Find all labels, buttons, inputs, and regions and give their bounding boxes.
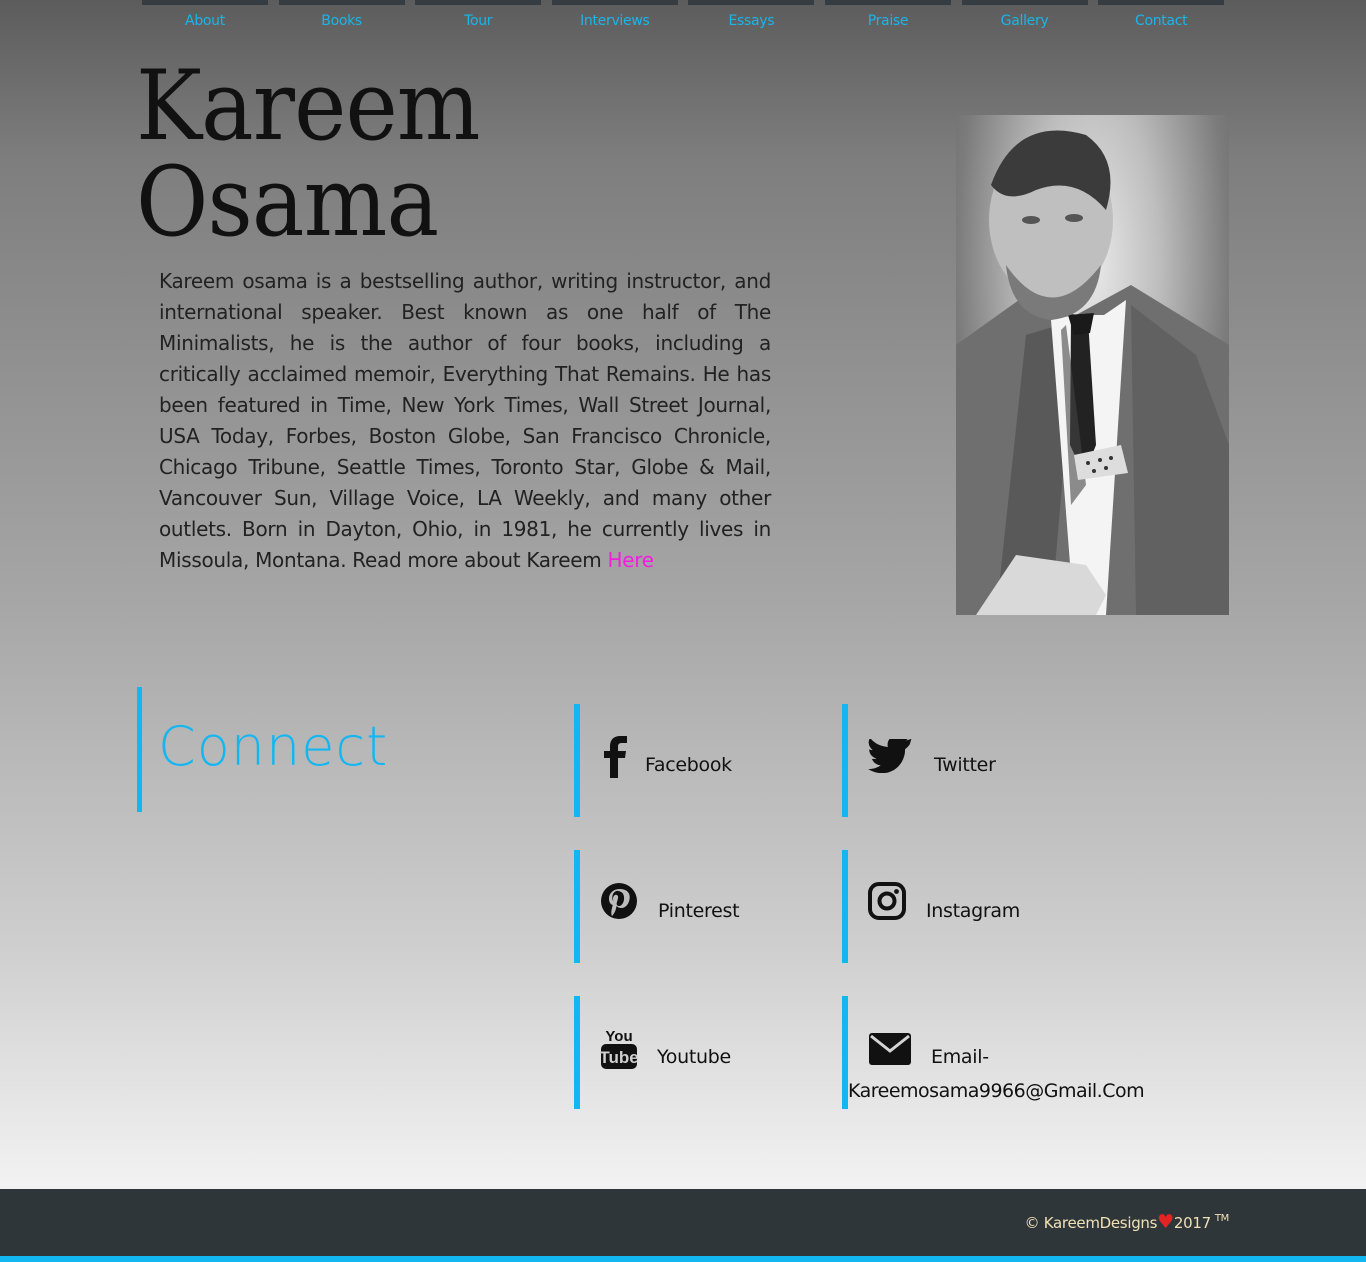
- facebook-icon: [604, 736, 627, 778]
- nav-indicator: [415, 0, 542, 5]
- nav-praise[interactable]: Praise: [824, 0, 951, 40]
- read-more-link[interactable]: Here: [608, 548, 655, 572]
- twitter-label: Twitter: [934, 754, 996, 776]
- twitter-icon: [868, 739, 912, 773]
- nav-gallery[interactable]: Gallery: [961, 0, 1088, 40]
- email-address[interactable]: Kareemosama9966@Gmail.Com: [848, 1080, 1145, 1102]
- svg-text:You: You: [605, 1028, 632, 1045]
- envelope-icon: [869, 1033, 911, 1065]
- main-nav: About Books Tour Interviews Essays Prais…: [142, 0, 1225, 40]
- nav-about[interactable]: About: [142, 0, 268, 40]
- author-bio-text: Kareem osama is a bestselling author, wr…: [159, 269, 771, 572]
- nav-indicator: [278, 0, 405, 5]
- nav-indicator: [688, 0, 815, 5]
- author-bio: Kareem osama is a bestselling author, wr…: [159, 266, 771, 576]
- email-label: Email-: [931, 1046, 989, 1068]
- connect-section: Connect: [137, 687, 522, 812]
- twitter-link[interactable]: Twitter: [842, 704, 1078, 817]
- trademark-mark: TM: [1214, 1213, 1229, 1224]
- facebook-link[interactable]: Facebook: [574, 704, 810, 817]
- pinterest-icon: [601, 883, 637, 919]
- nav-books[interactable]: Books: [278, 0, 405, 40]
- heart-icon: ♥: [1157, 1211, 1174, 1233]
- nav-indicator: [824, 0, 951, 5]
- nav-books-label: Books: [321, 13, 362, 29]
- nav-indicator: [142, 0, 268, 5]
- author-name-line1: Kareem: [136, 50, 481, 162]
- nav-indicator: [551, 0, 678, 5]
- copyright-text: © KareemDesigns♥2017 TM: [1024, 1211, 1230, 1233]
- instagram-icon: [868, 882, 906, 920]
- nav-contact-label: Contact: [1134, 13, 1188, 29]
- svg-text:Tube: Tube: [600, 1048, 638, 1067]
- youtube-link[interactable]: You Tube Youtube: [574, 996, 810, 1109]
- author-name-line2: Osama: [136, 146, 439, 258]
- nav-tour[interactable]: Tour: [415, 0, 542, 40]
- author-portrait-illustration: [956, 130, 1229, 615]
- nav-essays-label: Essays: [728, 13, 775, 29]
- nav-about-label: About: [185, 13, 225, 29]
- nav-essays[interactable]: Essays: [688, 0, 815, 40]
- nav-indicator: [1098, 0, 1225, 5]
- facebook-label: Facebook: [645, 754, 732, 776]
- author-photo: [956, 115, 1229, 615]
- nav-indicator: [961, 0, 1088, 5]
- nav-tour-label: Tour: [464, 13, 493, 29]
- youtube-label: Youtube: [657, 1046, 731, 1068]
- nav-gallery-label: Gallery: [1000, 13, 1049, 29]
- nav-contact[interactable]: Contact: [1098, 0, 1225, 40]
- copyright-year: 2017: [1173, 1214, 1211, 1232]
- copyright-label: © KareemDesigns: [1024, 1214, 1158, 1232]
- site-footer: © KareemDesigns♥2017 TM: [0, 1189, 1366, 1262]
- pinterest-label: Pinterest: [658, 900, 740, 922]
- youtube-icon: You Tube: [600, 1028, 638, 1069]
- email-link[interactable]: Email- Kareemosama9966@Gmail.Com: [842, 996, 1145, 1109]
- footer-accent-line: [0, 1256, 1366, 1262]
- nav-interviews-label: Interviews: [580, 13, 650, 29]
- nav-interviews[interactable]: Interviews: [551, 0, 678, 40]
- nav-praise-label: Praise: [867, 13, 909, 29]
- instagram-label: Instagram: [926, 900, 1020, 922]
- author-name: Kareem Osama: [136, 58, 510, 250]
- instagram-link[interactable]: Instagram: [842, 850, 1078, 963]
- pinterest-link[interactable]: Pinterest: [574, 850, 810, 963]
- connect-title: Connect: [158, 715, 389, 778]
